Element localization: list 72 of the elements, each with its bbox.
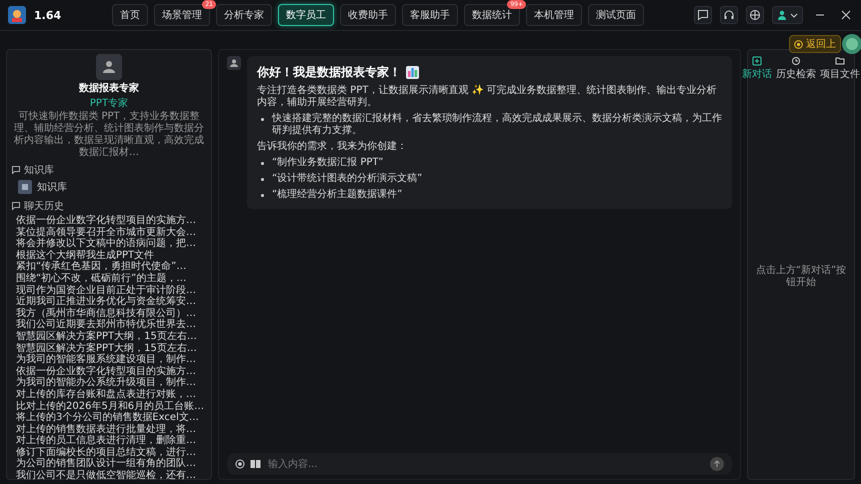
assistant-bubble-icon[interactable] xyxy=(842,34,861,54)
history-item[interactable]: 对上传的销售数据表进行批量处理，将… xyxy=(12,424,200,436)
avatar-icon xyxy=(96,54,122,80)
history-item[interactable]: 智慧园区解决方案PPT大纲，15页左右… xyxy=(12,330,201,343)
history-item[interactable]: 某位提高领导要召开全市城市更新大会… xyxy=(12,226,200,238)
history-item[interactable]: 我们公司不是只做低空智能巡检，还有… xyxy=(12,470,200,482)
headset-icon[interactable] xyxy=(720,6,738,24)
chat-icon[interactable] xyxy=(694,6,712,24)
agent-tag: PPT专家 xyxy=(90,96,128,110)
section-heading: 聊天历史 xyxy=(24,200,64,213)
history-item[interactable]: 近期我司正推进业务优化与资金统筹安… xyxy=(12,296,200,308)
panel-tab[interactable]: 新对话 xyxy=(741,56,773,81)
chart-icon xyxy=(406,66,419,79)
history-item[interactable]: 紧扣“传承红色基因，勇担时代使命”… xyxy=(12,261,190,273)
nav-tab[interactable]: 首页 xyxy=(112,4,148,26)
clock-icon xyxy=(791,56,801,66)
nav-tab[interactable]: 数字员工 xyxy=(278,4,334,26)
section-heading: 知识库 xyxy=(24,164,54,177)
history-item[interactable]: 智慧园区解决方案PPT大纲，15页左右… xyxy=(12,342,201,354)
user-menu[interactable] xyxy=(772,6,803,24)
history-item[interactable]: 将上传的3个分公司的销售数据Excel文… xyxy=(12,412,203,424)
history-item[interactable]: 我们公司近期要去郑州市特优乐世界去… xyxy=(12,319,200,331)
history-item[interactable]: 比对上传的2026年5月和6月的员工台账… xyxy=(12,400,208,412)
bullet-text: “制作业务数据汇报 PPT” xyxy=(272,157,384,169)
history-item[interactable]: 将会并修改以下文稿中的语病问题，把… xyxy=(12,238,200,250)
panel-tab[interactable]: 历史检索 xyxy=(775,56,817,81)
bullet-text: 快速搭建完整的数据汇报材料，省去繁琐制作流程，高效完成成果展示、数据分析类演示文稿，为工作研判提供有力支撑。 xyxy=(272,113,722,137)
folder-icon xyxy=(835,56,845,66)
history-item[interactable]: 为我司的智能客服系统建设项目，制作… xyxy=(12,354,200,366)
add-icon xyxy=(752,56,762,66)
target-icon[interactable] xyxy=(235,459,245,469)
history-item[interactable]: 修订下面编校长的项目总结文稿，进行… xyxy=(12,446,200,458)
bullet-text: “梳理经营分析主题数据课件” xyxy=(272,189,402,201)
library-icon xyxy=(18,180,32,194)
knowledge-item[interactable]: 知识库 xyxy=(12,179,206,195)
history-item[interactable]: 依据一份企业数字化转型项目的实施方… xyxy=(12,366,200,378)
agent-description: 可快速制作数据类 PPT，支持业务数据整理、辅助经营分析、统计图表制作与数据分析内容输出，数据呈现清晰直观，高效完成数据汇报材… xyxy=(13,111,205,159)
chat-icon xyxy=(12,202,20,210)
nav-tab[interactable]: 客服助手 xyxy=(402,4,458,26)
message-field[interactable]: 输入内容... xyxy=(227,453,732,475)
nav-tab[interactable]: 本机管理 xyxy=(526,4,582,26)
message-text: 告诉我你的需求，我来为你创建： xyxy=(257,141,408,153)
message-text: 专注打造各类数据类 PPT，让数据展示清晰直观 ✨ 可完成业务数据整理、统计图表制作、输出专业分析内容，辅助开展经营研判。 xyxy=(257,85,718,109)
chat-icon xyxy=(12,166,20,174)
history-item[interactable]: 为我司的智能办公系统升级项目，制作… xyxy=(12,377,200,389)
nav-tab[interactable]: 收费助手 xyxy=(340,4,396,26)
bullet-text: “设计带统计图表的分析演示文稿” xyxy=(272,173,422,185)
agent-name: 数据报表专家 xyxy=(79,81,139,95)
user-icon xyxy=(777,10,787,20)
history-item[interactable]: 依据一份企业数字化转型项目的实施方… xyxy=(12,215,200,227)
message-title: 你好！我是数据报表专家！ xyxy=(257,64,401,81)
history-item[interactable]: 现司作为国资企业目前正处于审计阶段… xyxy=(12,284,200,296)
coin-icon xyxy=(794,40,803,48)
nav-tab[interactable]: 测试页面 xyxy=(588,4,644,26)
app-version: 1.64 xyxy=(34,8,62,22)
message-input[interactable]: 输入内容... xyxy=(266,458,705,470)
avatar-icon xyxy=(227,56,241,70)
history-item[interactable]: 我方（禹州市华商信息科技有限公司）… xyxy=(12,308,200,320)
return-button[interactable]: 返回上 xyxy=(789,35,841,53)
app-logo-icon xyxy=(8,6,26,24)
caret-icon xyxy=(790,11,798,19)
history-item[interactable]: 对上传的库存台账和盘点表进行对账，… xyxy=(12,388,200,400)
nav-tab[interactable]: 分析专家 xyxy=(216,4,272,26)
history-item[interactable]: 围绕“初心不改，砥砺前行”的主题，… xyxy=(12,272,190,285)
globe-icon[interactable] xyxy=(746,6,764,24)
arrow-up-icon xyxy=(713,460,721,468)
send-button[interactable] xyxy=(710,457,724,471)
panel-tab[interactable]: 项目文件 xyxy=(819,56,861,81)
history-item[interactable]: 根据这个大纲帮我生成PPT文件 xyxy=(12,250,158,262)
empty-hint: 点击上方“新对话”按钮开始 xyxy=(754,265,848,289)
history-item[interactable]: 为公司的销售团队设计一组有角的团队… xyxy=(12,458,200,470)
history-item[interactable]: 对上传的员工信息表进行清理，删除重… xyxy=(12,435,200,447)
